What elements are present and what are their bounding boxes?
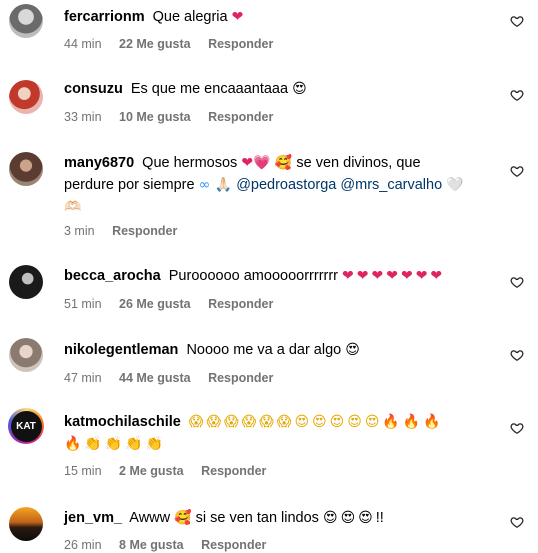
reply-button[interactable]: Responder xyxy=(201,538,266,552)
reply-button[interactable]: Responder xyxy=(112,224,177,238)
username-link[interactable]: many6870 xyxy=(64,155,134,171)
heart-icon[interactable] xyxy=(510,275,524,289)
emoji-text: 🫶🏻 xyxy=(64,199,82,215)
timestamp: 47 min xyxy=(64,371,102,385)
heart-icon[interactable] xyxy=(510,88,524,102)
likes-count[interactable]: 22 Me gusta xyxy=(119,37,191,51)
avatar[interactable] xyxy=(9,80,43,114)
comment-body: consuzu Es que me encaaantaaa 😍 xyxy=(64,78,478,100)
comment-text: Que hermosos xyxy=(142,155,238,171)
emoji-text: ❤💗 🥰 xyxy=(241,155,293,171)
likes-count[interactable]: 8 Me gusta xyxy=(119,538,184,552)
comment-body: nikolegentleman Noooo me va a dar algo 😍 xyxy=(64,339,478,361)
username-link[interactable]: fercarrionm xyxy=(64,9,145,25)
comment-meta: 26 min 8 Me gusta Responder xyxy=(64,538,280,552)
avatar[interactable] xyxy=(9,507,43,541)
reply-button[interactable]: Responder xyxy=(208,297,273,311)
mention-link[interactable]: @mrs_carvalho xyxy=(340,177,442,193)
comment-meta: 47 min 44 Me gusta Responder xyxy=(64,371,287,385)
comment-text: se ven divinos, que xyxy=(296,155,421,171)
logo-text: KAT xyxy=(16,420,36,432)
likes-count[interactable]: 2 Me gusta xyxy=(119,464,184,478)
avatar[interactable] xyxy=(9,265,43,299)
comment-meta: 51 min 26 Me gusta Responder xyxy=(64,297,287,311)
heart-icon[interactable] xyxy=(510,515,524,529)
emoji-text: 🥰 xyxy=(174,510,192,526)
comment-meta: 33 min 10 Me gusta Responder xyxy=(64,110,287,124)
heart-icon[interactable] xyxy=(510,348,524,362)
comment-meta: 3 min Responder xyxy=(64,224,191,238)
reply-button[interactable]: Responder xyxy=(208,371,273,385)
comment-body: jen_vm_ Awww 🥰 si se ven tan lindos 😍😍😍!… xyxy=(64,507,478,529)
emoji-text: ∞ 🙏🏻 xyxy=(198,177,233,193)
timestamp: 15 min xyxy=(64,464,102,478)
comment-body: many6870 Que hermosos ❤💗 🥰 se ven divino… xyxy=(64,152,478,218)
mention-link[interactable]: @pedroastorga xyxy=(236,177,336,193)
timestamp: 51 min xyxy=(64,297,102,311)
emoji-text: 🔥👏👏👏👏 xyxy=(64,436,167,452)
emoji-text: 🤍 xyxy=(446,177,464,193)
likes-count[interactable]: 44 Me gusta xyxy=(119,371,191,385)
username-link[interactable]: consuzu xyxy=(64,81,123,97)
emoji-text: ❤ xyxy=(231,9,244,25)
reply-button[interactable]: Responder xyxy=(208,37,273,51)
comment-text: !! xyxy=(375,510,384,526)
timestamp: 44 min xyxy=(64,37,102,51)
avatar[interactable] xyxy=(9,152,43,186)
likes-count[interactable]: 26 Me gusta xyxy=(119,297,191,311)
timestamp: 3 min xyxy=(64,224,95,238)
emoji-text: ❤❤❤❤❤❤❤ xyxy=(342,268,446,284)
timestamp: 26 min xyxy=(64,538,102,552)
comment-text: Awww xyxy=(129,510,171,526)
emoji-text: 😍 xyxy=(292,81,307,97)
comment-text: Noooo me va a dar algo xyxy=(186,342,342,358)
username-link[interactable]: nikolegentleman xyxy=(64,342,178,358)
comment-text: Puroooooo amooooorrrrrrr xyxy=(168,268,339,284)
username-link[interactable]: katmochilaschile xyxy=(64,414,181,430)
comment-body: becca_arocha Puroooooo amooooorrrrrrr ❤❤… xyxy=(64,265,478,287)
comment-body: fercarrionm Que alegria ❤ xyxy=(64,6,478,28)
avatar[interactable]: KAT xyxy=(8,408,44,444)
comment-text: Que alegria xyxy=(152,9,228,25)
comment-text: si se ven tan lindos xyxy=(195,510,319,526)
comment-text: Es que me encaaantaaa xyxy=(130,81,289,97)
comment-meta: 44 min 22 Me gusta Responder xyxy=(64,37,287,51)
username-link[interactable]: becca_arocha xyxy=(64,268,161,284)
avatar[interactable] xyxy=(9,4,43,38)
emoji-text: 😱😱😱😱😱😱😍😍😍😍😍🔥🔥🔥 xyxy=(188,414,444,430)
heart-icon[interactable] xyxy=(510,14,524,28)
timestamp: 33 min xyxy=(64,110,102,124)
username-link[interactable]: jen_vm_ xyxy=(64,510,122,526)
emoji-text: 😍😍😍 xyxy=(322,510,376,526)
comment-text: perdure por siempre xyxy=(64,177,195,193)
likes-count[interactable]: 10 Me gusta xyxy=(119,110,191,124)
heart-icon[interactable] xyxy=(510,421,524,435)
reply-button[interactable]: Responder xyxy=(201,464,266,478)
avatar[interactable] xyxy=(9,338,43,372)
comment-body: katmochilaschile 😱😱😱😱😱😱😍😍😍😍😍🔥🔥🔥 🔥👏👏👏👏 xyxy=(64,411,478,455)
emoji-text: 😍 xyxy=(345,342,360,358)
comment-meta: 15 min 2 Me gusta Responder xyxy=(64,464,280,478)
reply-button[interactable]: Responder xyxy=(208,110,273,124)
heart-icon[interactable] xyxy=(510,164,524,178)
